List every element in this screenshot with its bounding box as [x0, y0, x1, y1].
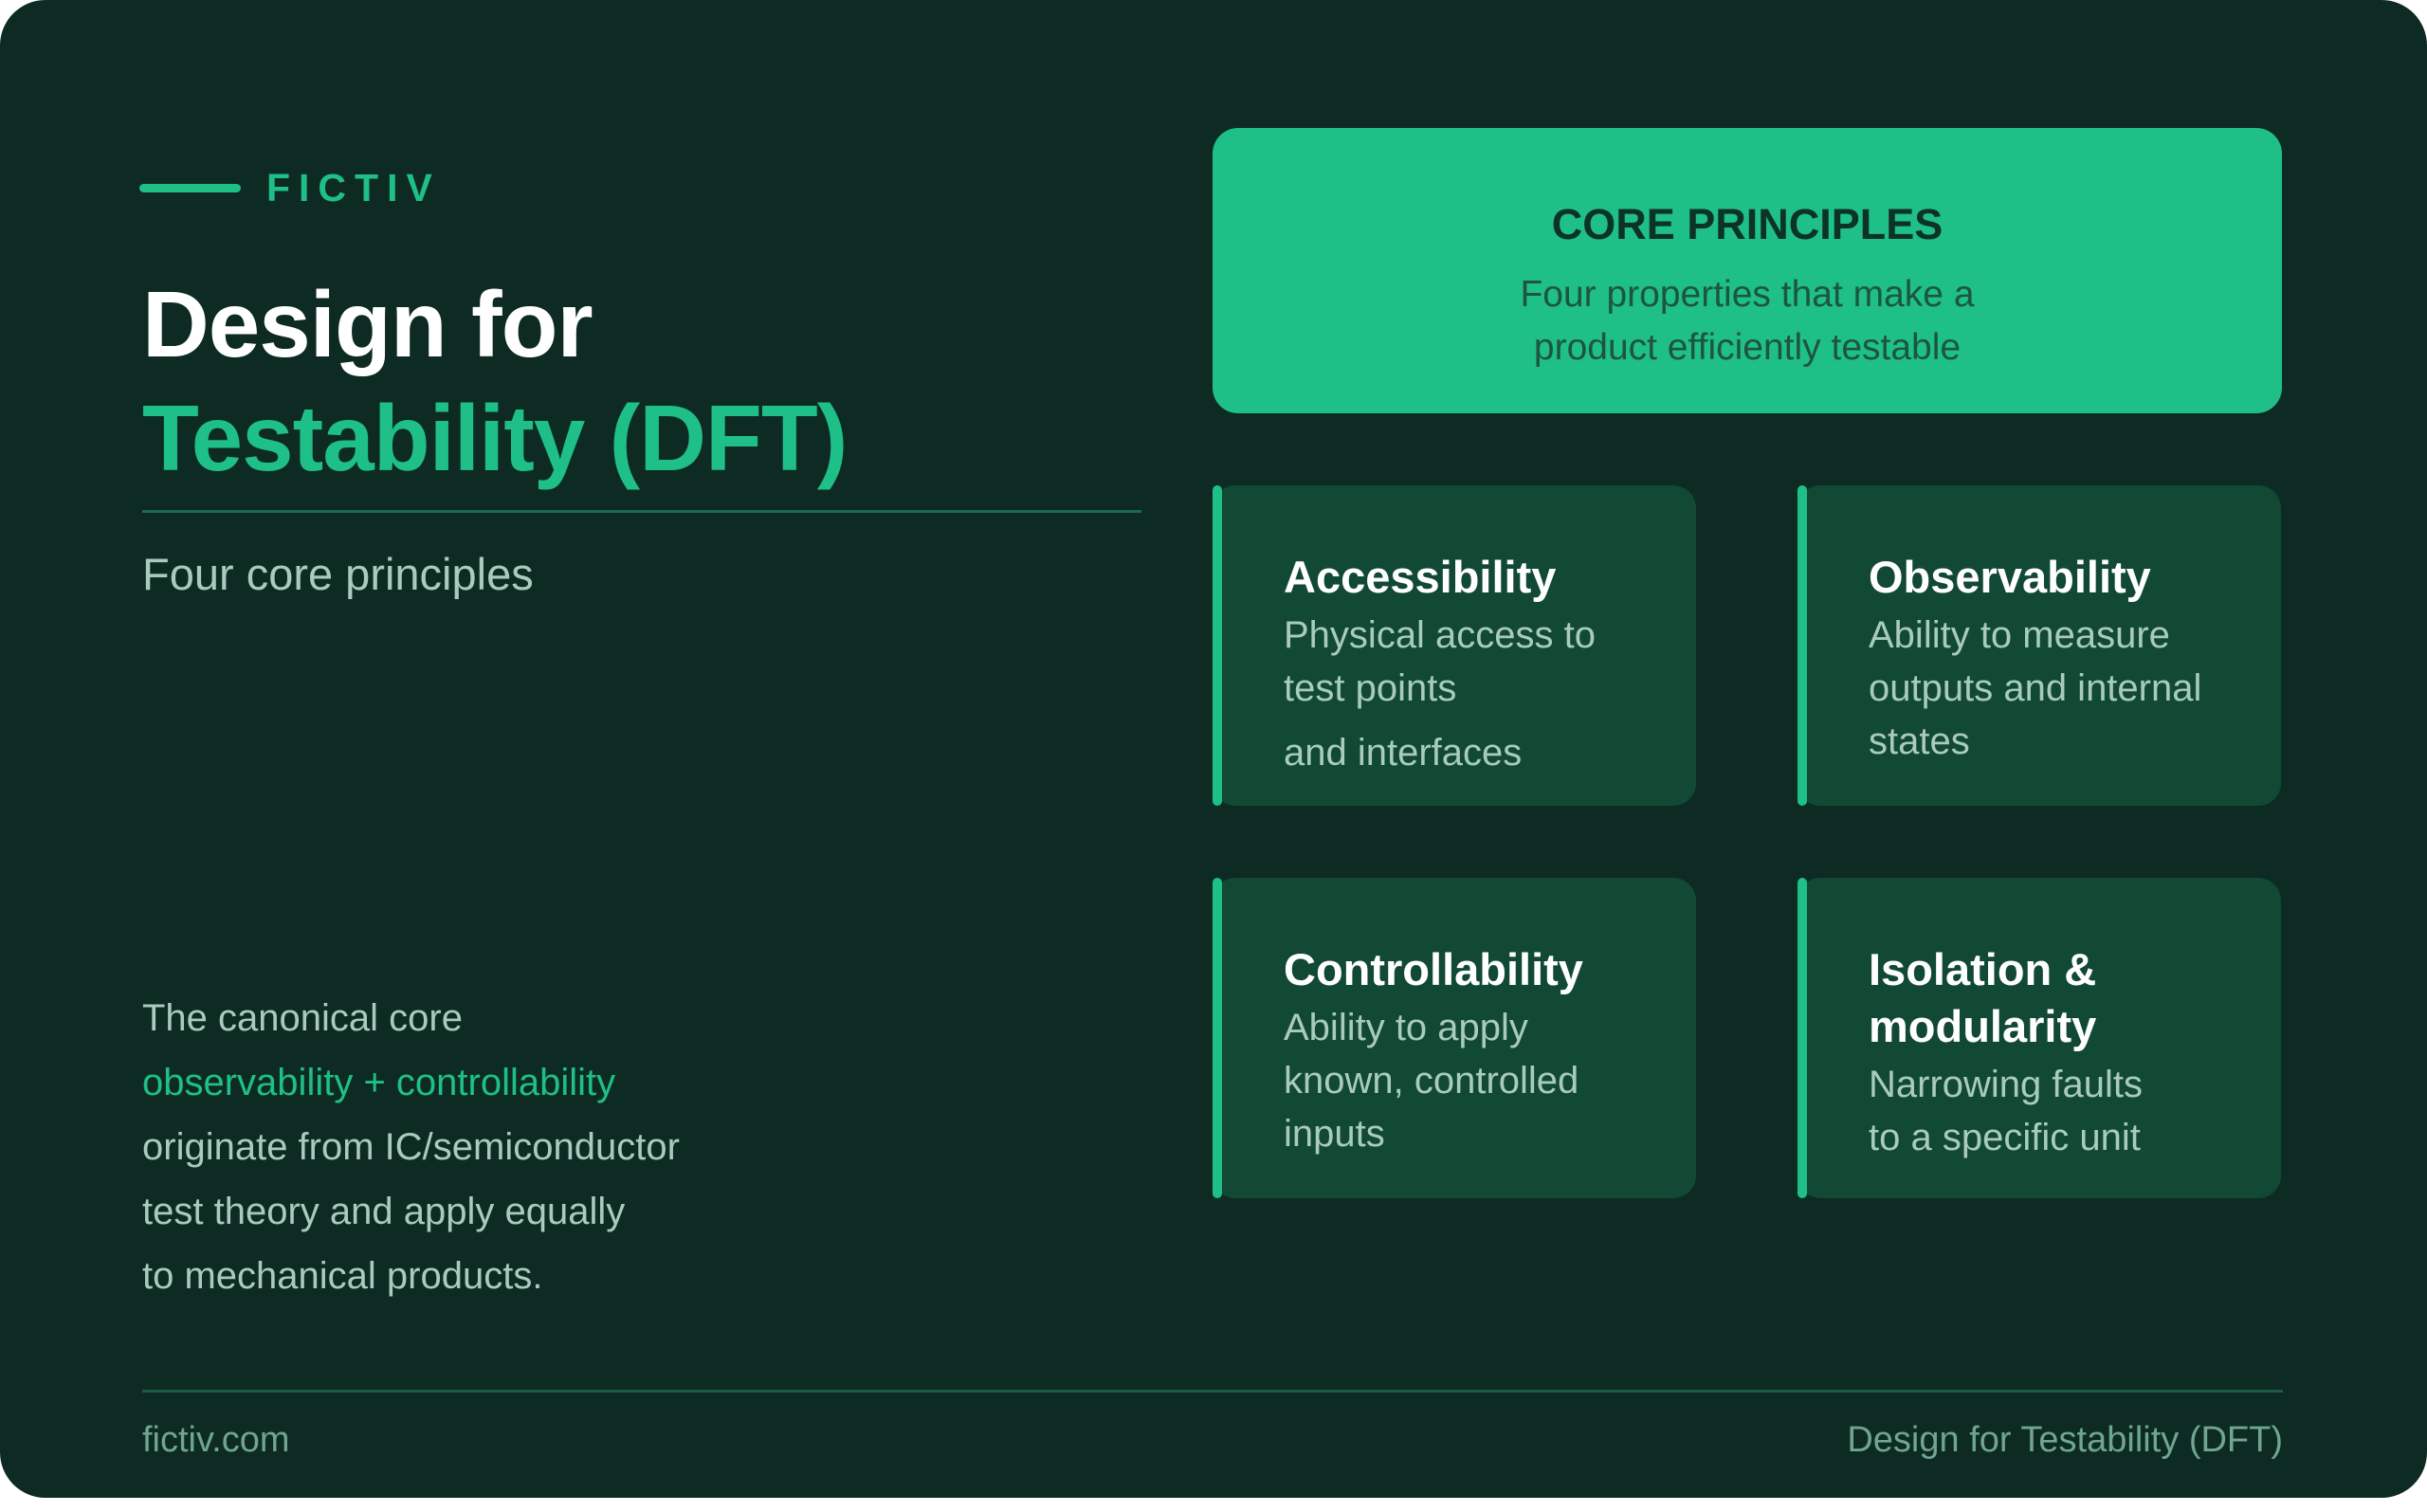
brand-name: FICTIV [266, 166, 441, 209]
principle-title: Observability [1869, 549, 2151, 606]
footer-site: fictiv.com [142, 1420, 290, 1460]
title-line-1: Design for [142, 272, 593, 376]
brand-accent-line [139, 184, 241, 192]
slide: FICTIV Design for Testability (DFT) Four… [0, 0, 2427, 1498]
note-line-5: to mechanical products. [142, 1255, 543, 1297]
title-line-2: Testability (DFT) [142, 386, 848, 490]
card-accent-bar [1213, 485, 1222, 806]
subtitle: Four core principles [142, 549, 534, 599]
principle-title-line: Controllability [1284, 944, 1583, 994]
note-highlight: observability + controllability [142, 1062, 616, 1103]
principle-title-line: Isolation & [1869, 944, 2097, 994]
core-principles-banner: CORE PRINCIPLES Four properties that mak… [1213, 128, 2282, 413]
origin-note: The canonical core observability + contr… [142, 986, 680, 1308]
principle-desc: Ability to measure outputs and internal … [1869, 609, 2201, 768]
card-accent-bar [1797, 878, 1807, 1198]
principle-title: Controllability [1284, 941, 1583, 998]
principle-title-line: modularity [1869, 1001, 2097, 1051]
principle-card-observability: Observability Ability to measure outputs… [1797, 485, 2281, 806]
card-accent-bar [1797, 485, 1807, 806]
principle-desc: Ability to apply known, controlled input… [1284, 1001, 1578, 1160]
principle-desc-line: Physical access to [1284, 614, 1597, 656]
card-accent-bar [1213, 878, 1222, 1198]
note-line-4: test theory and apply equally [142, 1191, 626, 1232]
page-title: Design for Testability (DFT) [142, 267, 848, 495]
principle-title: Isolation & modularity [1869, 941, 2096, 1055]
core-desc-line-1: Four properties that make a [1520, 274, 1975, 315]
principle-desc: Narrowing faults to a specific unit [1869, 1058, 2143, 1164]
principle-desc-line: inputs [1284, 1113, 1385, 1155]
core-principles-desc: Four properties that make a product effi… [1213, 268, 2282, 374]
principle-card-accessibility: Accessibility Physical access to test po… [1213, 485, 1696, 806]
principle-title-line: Observability [1869, 552, 2151, 602]
principle-title-line: Accessibility [1284, 552, 1557, 602]
principle-desc-line: known, controlled [1284, 1060, 1579, 1102]
title-divider [142, 510, 1141, 513]
note-line-1: The canonical core [142, 997, 463, 1039]
principle-desc-line: states [1869, 720, 1970, 762]
footer-topic: Design for Testability (DFT) [1847, 1420, 2283, 1460]
core-desc-line-2: product efficiently testable [1533, 327, 1962, 368]
principle-desc: Physical access to test points and inter… [1284, 609, 1596, 779]
principle-desc-line: Narrowing faults [1869, 1064, 2144, 1105]
principle-desc-line: outputs and internal [1869, 667, 2202, 709]
principle-card-isolation: Isolation & modularity Narrowing faults … [1797, 878, 2281, 1198]
principle-desc-line: Ability to measure [1869, 614, 2170, 656]
brand: FICTIV [139, 166, 441, 210]
principle-desc-line: and interfaces [1284, 732, 1523, 774]
core-principles-title: CORE PRINCIPLES [1551, 200, 1943, 248]
principle-desc-line: test points [1284, 667, 1457, 709]
note-line-3: originate from IC/semiconductor [142, 1126, 680, 1168]
principle-desc-line: to a specific unit [1869, 1117, 2141, 1158]
principle-card-controllability: Controllability Ability to apply known, … [1213, 878, 1696, 1198]
footer-divider [142, 1390, 2283, 1393]
principle-desc-line: Ability to apply [1284, 1007, 1528, 1048]
principle-title: Accessibility [1284, 549, 1556, 606]
